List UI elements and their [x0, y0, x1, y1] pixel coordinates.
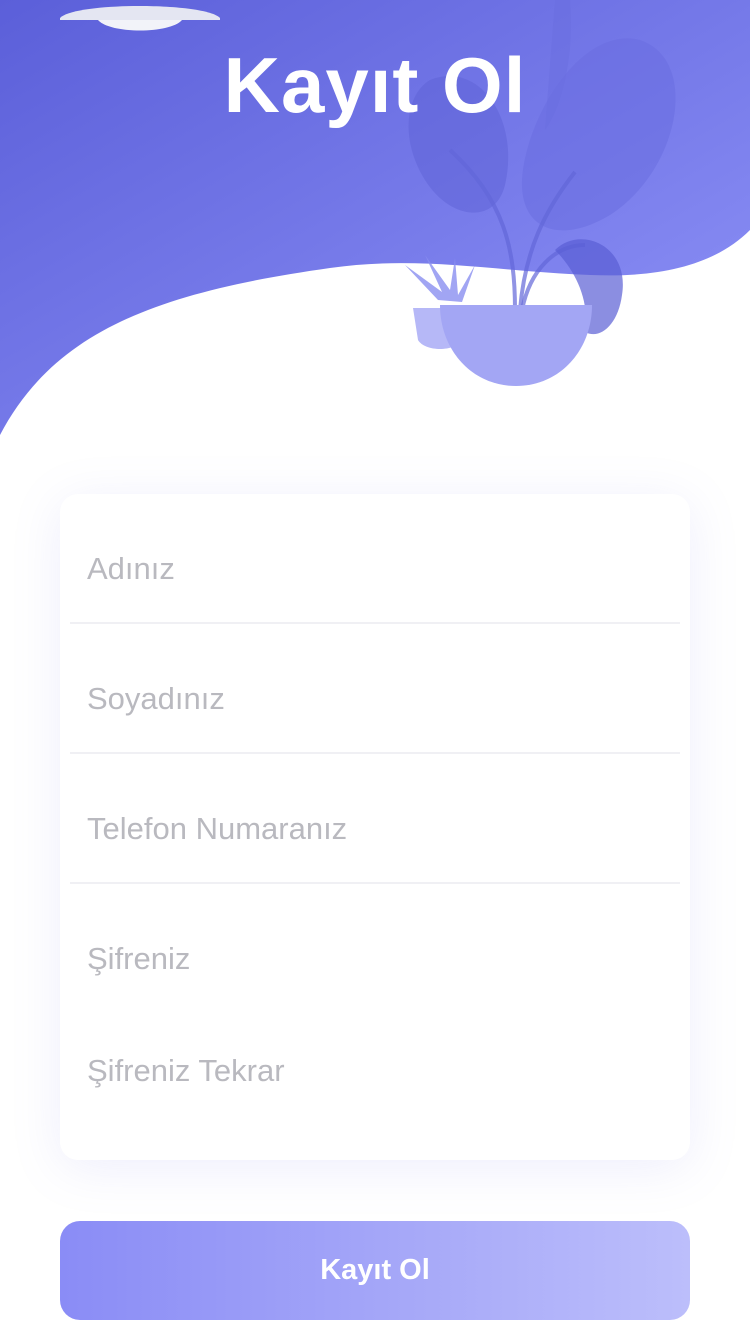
- password-input[interactable]: [87, 924, 667, 994]
- first-name-field-row: [70, 494, 680, 624]
- last-name-input[interactable]: [87, 664, 667, 734]
- page-title: Kayıt Ol: [223, 41, 527, 129]
- phone-field-row: [70, 754, 680, 884]
- first-name-input[interactable]: [87, 534, 667, 604]
- registration-form-card: [60, 494, 690, 1160]
- lamp-shade-icon: [60, 6, 220, 31]
- password-confirm-field-row: [70, 1014, 680, 1142]
- register-screen: Kayıt Ol Kayıt Ol: [0, 0, 750, 1334]
- password-field-row: [70, 884, 680, 1014]
- register-button[interactable]: Kayıt Ol: [60, 1221, 690, 1320]
- last-name-field-row: [70, 624, 680, 754]
- phone-input[interactable]: [87, 794, 667, 864]
- password-confirm-input[interactable]: [87, 1036, 667, 1106]
